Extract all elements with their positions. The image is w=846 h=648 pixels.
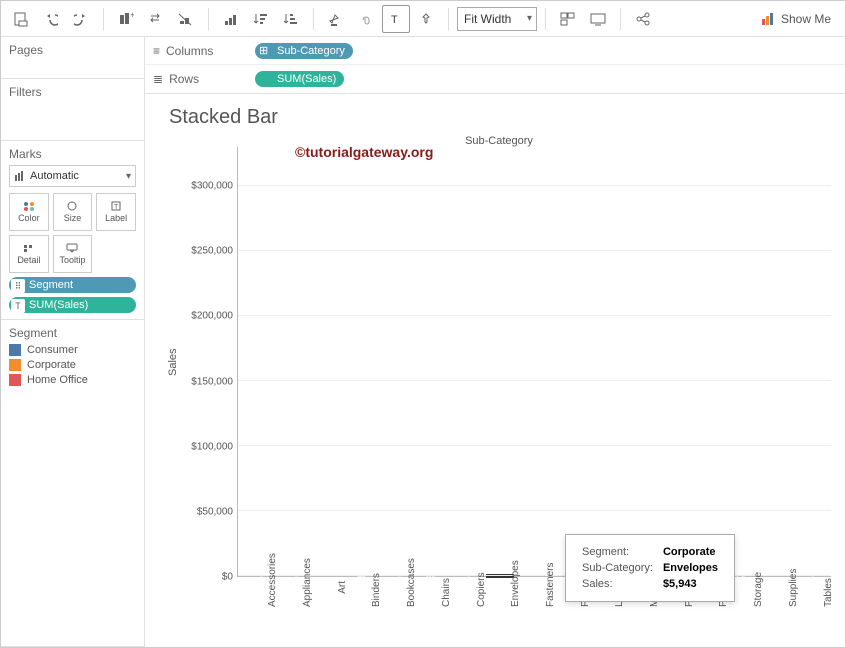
marks-label-button[interactable]: TLabel (96, 193, 136, 231)
new-datasource-button[interactable]: + (112, 5, 140, 33)
viz-area: Stacked Bar ©tutorialgateway.org Sub-Cat… (145, 94, 845, 647)
marks-type-select[interactable]: Automatic (9, 165, 136, 187)
sort-desc-button[interactable] (247, 5, 275, 33)
label-icon: T (11, 299, 25, 313)
fit-select-label: Fit Width (464, 12, 511, 26)
color-icon: ⠿ (11, 279, 25, 293)
show-cards-button[interactable] (554, 5, 582, 33)
automatic-icon (14, 170, 26, 182)
filters-title: Filters (9, 85, 136, 99)
label-icon: T (109, 201, 123, 211)
undo-button[interactable] (37, 5, 65, 33)
y-axis-title: Sales (167, 147, 181, 577)
legend-item[interactable]: Consumer (9, 344, 136, 356)
legend-swatch (9, 344, 21, 356)
legend-item[interactable]: Corporate (9, 359, 136, 371)
detail-icon (22, 243, 36, 253)
highlight-button[interactable] (322, 5, 350, 33)
filters-card: Filters (1, 79, 144, 141)
redo-button[interactable] (67, 5, 95, 33)
columns-shelf[interactable]: ≡Columns ⊞Sub-Category (145, 37, 845, 65)
plot-area[interactable]: $49,191$87,105$52,820$51,560$118,161$68,… (237, 147, 831, 577)
mark-labels-button[interactable]: T (382, 5, 410, 33)
marks-title: Marks (9, 147, 136, 161)
svg-text:T: T (391, 14, 398, 26)
columns-pill[interactable]: ⊞Sub-Category (255, 43, 353, 59)
marks-pill-segment[interactable]: ⠿ Segment (9, 277, 136, 293)
clear-sheet-button[interactable] (172, 5, 200, 33)
show-me-label: Show Me (781, 12, 831, 26)
pin-button[interactable] (412, 5, 440, 33)
fit-select[interactable]: Fit Width (457, 7, 537, 31)
swap-button[interactable] (142, 5, 170, 33)
rows-icon: ≣ (153, 72, 163, 86)
legend-title: Segment (9, 326, 136, 340)
legend-item[interactable]: Home Office (9, 374, 136, 386)
pages-title: Pages (9, 43, 136, 57)
size-icon (65, 201, 79, 211)
y-axis-labels: $0$50,000$100,000$150,000$200,000$250,00… (181, 147, 237, 577)
tooltip-icon (65, 243, 79, 253)
color-icon (22, 201, 36, 211)
show-me-button[interactable]: Show Me (753, 12, 839, 26)
viz-title[interactable]: Stacked Bar (169, 106, 831, 129)
x-tick-label: Tables (823, 581, 846, 607)
legend-label: Consumer (27, 344, 78, 356)
sort-asc-button[interactable] (217, 5, 245, 33)
share-button[interactable] (629, 5, 657, 33)
sort-clear-button[interactable] (277, 5, 305, 33)
legend-swatch (9, 374, 21, 386)
svg-text:+: + (130, 11, 134, 20)
side-panel: Pages Filters Marks Automatic Color Size… (1, 37, 145, 647)
show-me-icon (761, 12, 775, 26)
marks-size-button[interactable]: Size (53, 193, 93, 231)
marks-pill-sales[interactable]: T SUM(Sales) (9, 297, 136, 313)
rows-pill[interactable]: SUM(Sales) (255, 71, 344, 87)
rows-shelf[interactable]: ≣Rows SUM(Sales) (145, 65, 845, 93)
legend-label: Corporate (27, 359, 76, 371)
toolbar: + T Fit Width Show Me (1, 1, 845, 37)
plus-icon: ⊞ (259, 44, 268, 57)
shelves: ≡Columns ⊞Sub-Category ≣Rows SUM(Sales) (145, 37, 845, 94)
marks-color-button[interactable]: Color (9, 193, 49, 231)
pages-card: Pages (1, 37, 144, 79)
x-axis-title: Sub-Category (167, 135, 831, 147)
marks-type-label: Automatic (30, 170, 79, 182)
marks-tooltip-button[interactable]: Tooltip (53, 235, 93, 273)
marks-detail-button[interactable]: Detail (9, 235, 49, 273)
marks-card: Marks Automatic Color Size TLabel Detail… (1, 141, 144, 320)
legend-swatch (9, 359, 21, 371)
legend-card: Segment Consumer Corporate Home Office (1, 320, 144, 647)
attach-button[interactable] (352, 5, 380, 33)
tooltip: Segment:Corporate Sub-Category:Envelopes… (565, 534, 735, 602)
new-worksheet-button[interactable] (7, 5, 35, 33)
legend-label: Home Office (27, 374, 88, 386)
svg-text:T: T (114, 204, 119, 211)
columns-icon: ≡ (153, 44, 160, 58)
chart: Sales $0$50,000$100,000$150,000$200,000$… (167, 147, 831, 577)
presentation-button[interactable] (584, 5, 612, 33)
